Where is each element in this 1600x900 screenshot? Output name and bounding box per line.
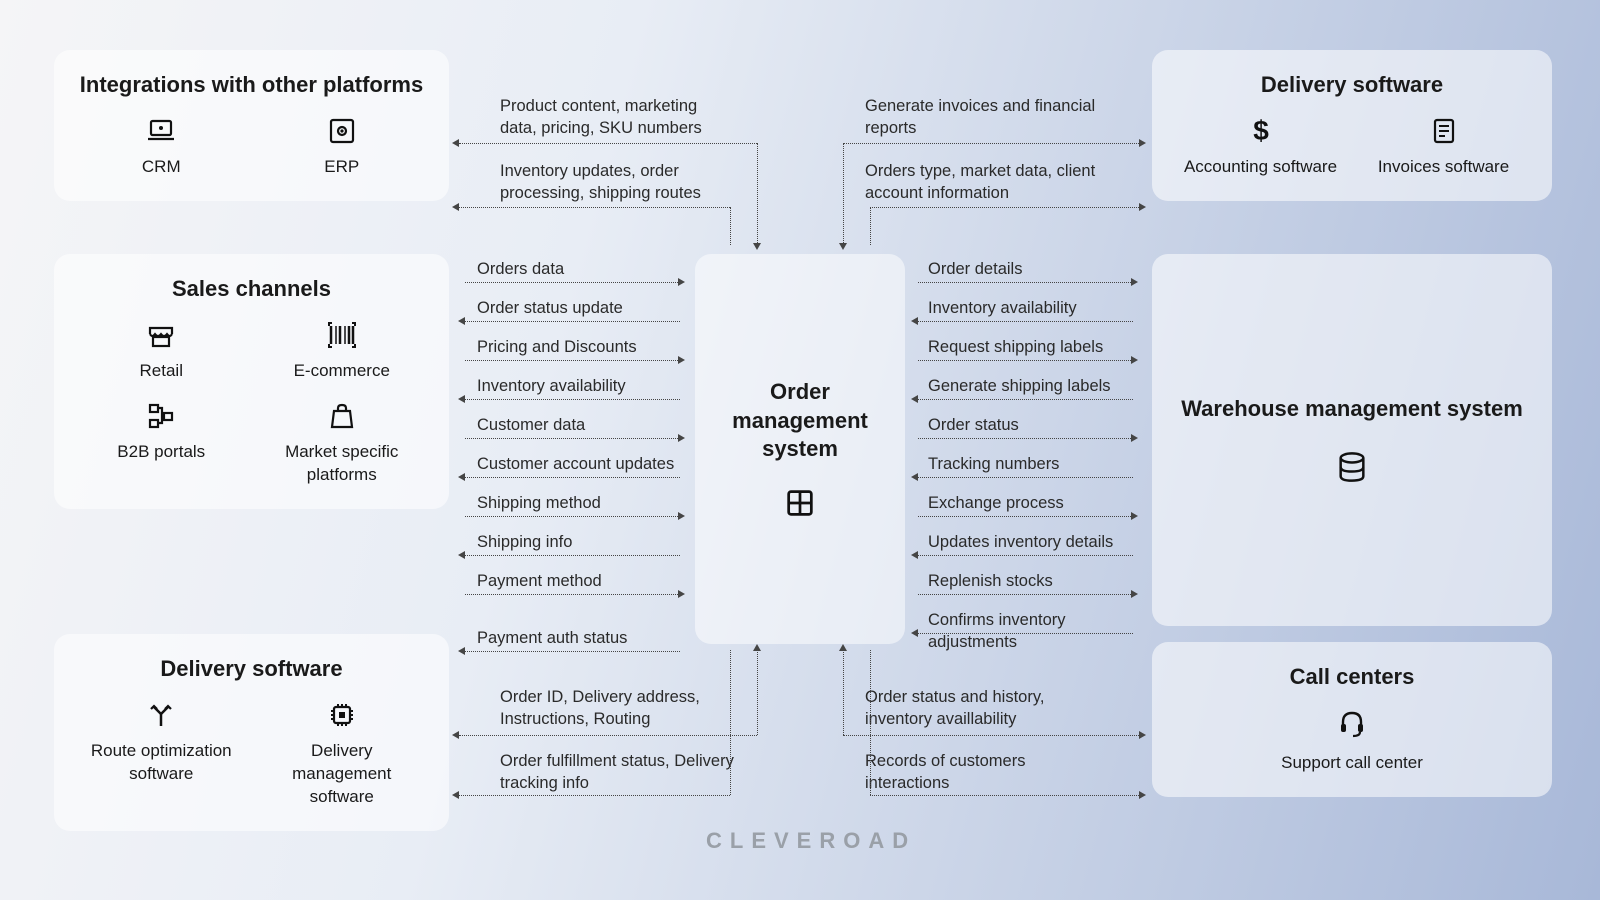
oms-title: Order management system: [719, 378, 881, 464]
flow-right-4: Order status: [928, 414, 1019, 436]
crm-label: CRM: [142, 156, 181, 179]
headset-icon: [1337, 708, 1367, 738]
flow-right-3: Generate shipping labels: [928, 375, 1111, 397]
flow-right-6: Exchange process: [928, 492, 1064, 514]
flow-left-6: Shipping method: [477, 492, 601, 514]
storefront-icon: [146, 320, 176, 350]
market-platforms-item: Market specific platforms: [263, 401, 421, 487]
integrations-title: Integrations with other platforms: [76, 72, 427, 98]
database-icon: [1335, 450, 1369, 484]
document-icon: [1429, 116, 1459, 146]
flow-right-8: Replenish stocks: [928, 570, 1053, 592]
flow-right-2: Request shipping labels: [928, 336, 1103, 358]
route-split-icon: [146, 700, 176, 730]
dollar-icon: [1246, 116, 1276, 146]
b2b-item: B2B portals: [82, 401, 240, 487]
flow-bottom-left-in: Order fulfillment status, Delivery track…: [500, 750, 750, 795]
flow-left-0: Orders data: [477, 258, 564, 280]
flow-left-8: Payment method: [477, 570, 602, 592]
flow-left-2: Pricing and Discounts: [477, 336, 637, 358]
flow-bottom-right-out: Order status and history, inventory avai…: [865, 686, 1085, 731]
flow-left-3: Inventory availability: [477, 375, 626, 397]
callcenters-card: Call centers Support call center: [1152, 642, 1552, 797]
flow-bottom-right-in: Records of customers interactions: [865, 750, 1095, 795]
ecommerce-item: E-commerce: [263, 320, 421, 383]
delivery-right-card: Delivery software Accounting software In…: [1152, 50, 1552, 201]
delivery-mgmt-item: Delivery management software: [263, 700, 421, 809]
flow-left-5: Customer account updates: [477, 453, 674, 475]
chip-icon: [327, 700, 357, 730]
flow-top-left-in: Inventory updates, order processing, shi…: [500, 160, 720, 205]
flow-left-1: Order status update: [477, 297, 623, 319]
flow-right-0: Order details: [928, 258, 1022, 280]
flow-top-right-in: Orders type, market data, client account…: [865, 160, 1105, 205]
warehouse-card: Warehouse management system: [1152, 254, 1552, 626]
flow-right-9: Confirms inventory adjustments: [928, 609, 1128, 654]
gear-box-icon: [327, 116, 357, 146]
oms-center-card: Order management system: [695, 254, 905, 644]
shopping-bag-icon: [327, 401, 357, 431]
callcenters-title: Call centers: [1174, 664, 1530, 690]
flow-right-1: Inventory availability: [928, 297, 1077, 319]
retail-item: Retail: [82, 320, 240, 383]
route-opt-item: Route optimization software: [82, 700, 240, 809]
invoices-item: Invoices software: [1363, 116, 1523, 179]
flow-top-left-out: Product content, marketing data, pricing…: [500, 95, 720, 140]
accounting-item: Accounting software: [1180, 116, 1340, 179]
erp-item: ERP: [263, 116, 421, 179]
flow-left-7: Shipping info: [477, 531, 572, 553]
brand-label: CLEVEROAD: [706, 828, 916, 854]
delivery-right-title: Delivery software: [1174, 72, 1530, 98]
delivery-left-title: Delivery software: [76, 656, 427, 682]
sitemap-icon: [146, 401, 176, 431]
warehouse-title: Warehouse management system: [1181, 396, 1523, 422]
sales-channels-card: Sales channels Retail E-commerce B2B por…: [54, 254, 449, 509]
integrations-card: Integrations with other platforms CRM ER…: [54, 50, 449, 201]
grid-icon: [783, 486, 817, 520]
barcode-icon: [327, 320, 357, 350]
flow-left-4: Customer data: [477, 414, 585, 436]
flow-left-9: Payment auth status: [477, 627, 627, 649]
flow-bottom-left-out: Order ID, Delivery address, Instructions…: [500, 686, 720, 731]
delivery-left-card: Delivery software Route optimization sof…: [54, 634, 449, 831]
sales-title: Sales channels: [76, 276, 427, 302]
flow-top-right-out: Generate invoices and financial reports: [865, 95, 1105, 140]
laptop-icon: [146, 116, 176, 146]
crm-item: CRM: [82, 116, 240, 179]
flow-right-5: Tracking numbers: [928, 453, 1059, 475]
support-call-item: Support call center: [1174, 708, 1530, 775]
flow-right-7: Updates inventory details: [928, 531, 1113, 553]
erp-label: ERP: [324, 156, 359, 179]
